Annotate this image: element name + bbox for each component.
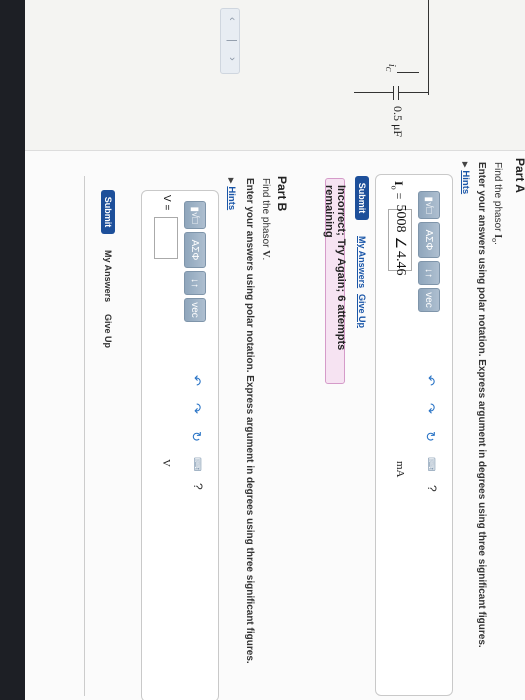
circuit-wire <box>354 92 394 93</box>
vector-button[interactable]: vec <box>418 288 440 312</box>
capacitor-plate <box>393 86 394 100</box>
greek-button[interactable]: ΑΣΦ <box>184 232 206 268</box>
reset-icon[interactable]: ↻ <box>188 431 204 442</box>
undo-icon[interactable]: ↶ <box>422 375 438 386</box>
part-b-give-up-link[interactable]: Give Up <box>103 314 113 348</box>
screen: 0.5 μF iC ‹ | › Part A Find the phasor I… <box>0 0 525 700</box>
problem-figure-panel: 0.5 μF iC ‹ | › <box>25 0 525 151</box>
pagination-control[interactable]: ‹ | › <box>220 8 240 74</box>
part-b-math-toolbar: ▮√□ ΑΣΦ ↓↑ vec <box>184 201 206 325</box>
greek-button[interactable]: ΑΣΦ <box>418 222 440 258</box>
reset-icon[interactable]: ↻ <box>422 431 438 442</box>
undo-icon[interactable]: ↶ <box>188 375 204 386</box>
part-b-unit: V <box>160 459 172 467</box>
divider <box>84 176 85 696</box>
keyboard-icon[interactable]: ⌨ <box>425 457 436 471</box>
magnitude-value: 5008 <box>393 204 408 233</box>
part-a-answer-input[interactable]: 5008 ∠ 4.46 <box>388 204 412 276</box>
part-a-submit-button[interactable]: Submit <box>355 176 369 220</box>
current-arrow <box>397 72 419 73</box>
part-a-title: Part A <box>513 158 525 193</box>
part-a-give-up-link[interactable]: Give Up <box>357 294 367 328</box>
part-a-instruction: Enter your answers using polar notation.… <box>476 162 487 648</box>
part-b-submit-button[interactable]: Submit <box>101 190 115 234</box>
part-b-answer-label: V = <box>161 195 172 211</box>
next-arrow-icon[interactable]: › <box>226 57 238 61</box>
keyboard-icon[interactable]: ⌨ <box>191 457 202 471</box>
expand-triangle-icon: ▶ <box>227 178 234 184</box>
redo-icon[interactable]: ↷ <box>422 403 438 414</box>
part-b-instruction: Enter your answers using polar notation.… <box>244 178 255 664</box>
expand-triangle-icon: ▶ <box>461 162 468 168</box>
capacitor-value: 0.5 μF <box>391 106 405 138</box>
part-a-unit: mA <box>394 461 406 478</box>
angle-symbol-icon: ∠ <box>392 236 408 250</box>
part-b-hints-link[interactable]: ▶Hints <box>226 178 237 210</box>
angle-value: 4.46 <box>393 251 408 276</box>
circuit-wire <box>399 92 429 93</box>
help-icon[interactable]: ? <box>425 485 439 492</box>
help-icon[interactable]: ? <box>191 483 205 490</box>
part-a-answer-label: Io = <box>389 181 406 200</box>
part-a-answer-panel: ▮√□ ΑΣΦ ↓↑ vec ↶ ↷ ↻ ⌨ ? Io = 5008 ∠ 4.4… <box>375 174 453 696</box>
part-a-feedback-banner: Incorrect; Try Again; 6 attempts remaini… <box>323 178 347 384</box>
divider-icon: | <box>226 39 238 42</box>
vector-button[interactable]: vec <box>184 298 206 322</box>
templates-button[interactable]: ▮√□ <box>184 201 206 229</box>
redo-icon[interactable]: ↷ <box>188 403 204 414</box>
part-a-hints-link[interactable]: ▶Hints <box>460 162 471 194</box>
capacitor-plate <box>398 86 399 100</box>
templates-button[interactable]: ▮√□ <box>418 191 440 219</box>
subscript-button[interactable]: ↓↑ <box>418 261 440 285</box>
fraction-template-icon: ▮√□ <box>423 196 435 214</box>
screen-bezel <box>0 0 25 700</box>
fraction-template-icon: ▮√□ <box>189 206 201 224</box>
part-b-my-answers-link[interactable]: My Answers <box>103 250 113 302</box>
subscript-button[interactable]: ↓↑ <box>184 271 206 295</box>
part-a-math-toolbar: ▮√□ ΑΣΦ ↓↑ vec <box>418 191 440 315</box>
part-a-my-answers-link[interactable]: My Answers <box>357 236 367 288</box>
part-b-answer-panel: ▮√□ ΑΣΦ ↓↑ vec ↶ ↷ ↻ ⌨ ? V = V <box>141 190 219 700</box>
part-a-prompt: Find the phasor Io. <box>490 162 503 245</box>
part-b-prompt: Find the phasor V. <box>260 178 271 261</box>
circuit-wire <box>428 0 429 95</box>
part-b-title: Part B <box>275 176 289 212</box>
part-b-answer-input[interactable] <box>154 217 178 259</box>
prev-arrow-icon[interactable]: ‹ <box>226 17 238 21</box>
current-label: iC <box>384 64 397 72</box>
